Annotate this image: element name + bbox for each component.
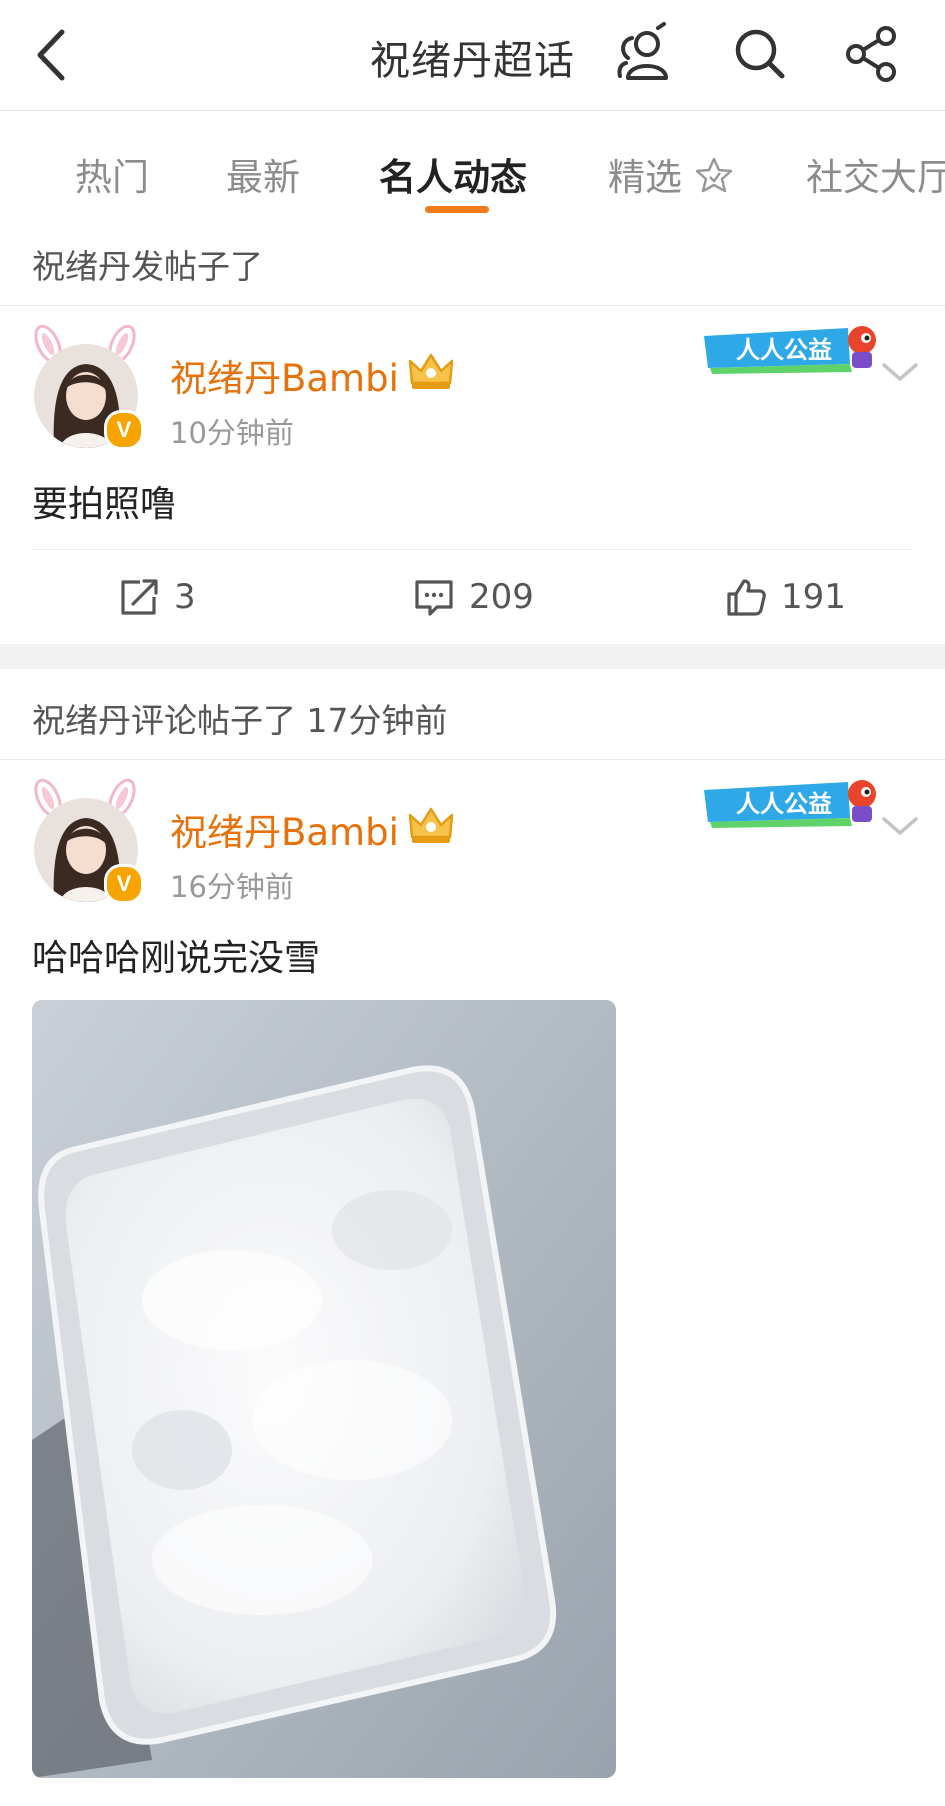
page-title: 祝绪丹超话 xyxy=(370,38,575,84)
charity-badge-label: 人人公益 xyxy=(736,336,832,364)
tab-celebrity-updates[interactable]: 名人动态 xyxy=(379,147,527,201)
comment-activity-label: 祝绪丹评论帖子了 17分钟前 xyxy=(32,701,448,740)
charity-badge-label: 人人公益 xyxy=(736,790,832,818)
comment-count: 209 xyxy=(469,577,534,617)
crown-icon xyxy=(408,807,454,843)
search-button[interactable] xyxy=(728,22,792,86)
like-count: 191 xyxy=(781,577,846,617)
divider xyxy=(0,305,945,306)
chevron-down-icon[interactable] xyxy=(880,357,920,385)
thumbs-up-icon xyxy=(727,579,766,616)
tab-latest[interactable]: 最新 xyxy=(226,147,300,201)
divider xyxy=(0,759,945,760)
tab-social-hall[interactable]: 社交大厅 xyxy=(806,147,945,201)
share-button[interactable] xyxy=(840,22,904,86)
post-time: 10分钟前 xyxy=(170,416,294,450)
verified-badge: V xyxy=(104,410,144,450)
tab-featured-label: 精选 xyxy=(608,156,682,199)
follow-users-button[interactable] xyxy=(612,22,676,86)
repost-count: 3 xyxy=(174,577,196,617)
charity-badge[interactable]: 人人公益 xyxy=(700,316,880,376)
like-button[interactable]: 191 xyxy=(725,575,846,619)
post-image[interactable] xyxy=(32,1000,616,1778)
post-text: 要拍照噜 xyxy=(32,484,177,525)
tab-bar: 热门 最新 名人动态 精选 社交大厅 xyxy=(0,111,945,216)
post-activity-label: 祝绪丹发帖子了 xyxy=(32,247,263,286)
crown-icon xyxy=(408,353,454,389)
post-text: 哈哈哈刚说完没雪 xyxy=(32,938,321,979)
chevron-down-icon[interactable] xyxy=(880,811,920,839)
divider xyxy=(32,549,913,550)
tab-hot[interactable]: 热门 xyxy=(75,147,149,201)
repost-button[interactable]: 3 xyxy=(118,575,196,619)
users-icon xyxy=(617,22,668,80)
username[interactable]: 祝绪丹Bambi xyxy=(170,348,399,402)
username[interactable]: 祝绪丹Bambi xyxy=(170,802,399,856)
tab-featured[interactable]: 精选 xyxy=(608,147,734,201)
post-time: 16分钟前 xyxy=(170,870,294,904)
featured-badge-icon xyxy=(695,157,733,193)
snow-in-container-photo xyxy=(32,1000,616,1778)
active-tab-indicator xyxy=(425,206,489,213)
charity-badge[interactable]: 人人公益 xyxy=(700,770,880,830)
top-navigation-bar: 祝绪丹超话 xyxy=(0,0,945,111)
search-icon xyxy=(735,29,785,79)
section-gap xyxy=(0,644,945,669)
share-icon xyxy=(846,26,896,82)
comment-button[interactable]: 209 xyxy=(413,575,534,619)
verified-badge: V xyxy=(104,864,144,904)
comment-icon xyxy=(415,580,453,616)
repost-icon xyxy=(121,579,158,615)
